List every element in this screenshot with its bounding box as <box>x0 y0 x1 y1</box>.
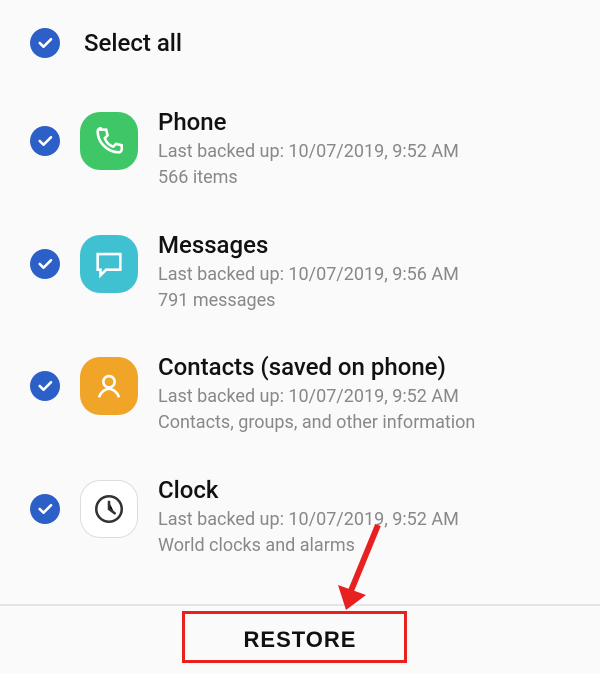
select-all-checkbox[interactable] <box>30 28 60 58</box>
check-icon <box>36 34 54 52</box>
item-detail: 791 messages <box>158 289 570 313</box>
restore-button[interactable]: RESTORE <box>184 611 417 669</box>
backup-items-list: Phone Last backed up: 10/07/2019, 9:52 A… <box>0 78 600 588</box>
clock-icon <box>80 480 138 538</box>
list-item[interactable]: Phone Last backed up: 10/07/2019, 9:52 A… <box>0 88 600 211</box>
messages-icon <box>80 235 138 293</box>
item-checkbox[interactable] <box>30 371 60 401</box>
footer-bar: RESTORE <box>0 604 600 674</box>
check-icon <box>36 500 54 518</box>
check-icon <box>36 377 54 395</box>
item-detail: World clocks and alarms <box>158 534 570 558</box>
item-backup-time: Last backed up: 10/07/2019, 9:52 AM <box>158 385 570 409</box>
item-backup-time: Last backed up: 10/07/2019, 9:52 AM <box>158 508 570 532</box>
item-title: Clock <box>158 476 570 504</box>
item-title: Messages <box>158 231 570 259</box>
contacts-icon <box>80 357 138 415</box>
list-item[interactable]: Messages Last backed up: 10/07/2019, 9:5… <box>0 211 600 334</box>
item-detail: 566 items <box>158 166 570 190</box>
item-checkbox[interactable] <box>30 494 60 524</box>
item-title: Contacts (saved on phone) <box>158 353 570 381</box>
list-item[interactable]: Contacts (saved on phone) Last backed up… <box>0 333 600 456</box>
select-all-label: Select all <box>84 29 182 57</box>
check-icon <box>36 255 54 273</box>
item-detail: Contacts, groups, and other information <box>158 411 570 435</box>
item-backup-time: Last backed up: 10/07/2019, 9:52 AM <box>158 140 570 164</box>
item-backup-time: Last backed up: 10/07/2019, 9:56 AM <box>158 263 570 287</box>
item-checkbox[interactable] <box>30 249 60 279</box>
phone-icon <box>80 112 138 170</box>
select-all-row[interactable]: Select all <box>0 0 600 78</box>
item-checkbox[interactable] <box>30 126 60 156</box>
list-item[interactable]: Clock Last backed up: 10/07/2019, 9:52 A… <box>0 456 600 579</box>
check-icon <box>36 132 54 150</box>
item-title: Phone <box>158 108 570 136</box>
